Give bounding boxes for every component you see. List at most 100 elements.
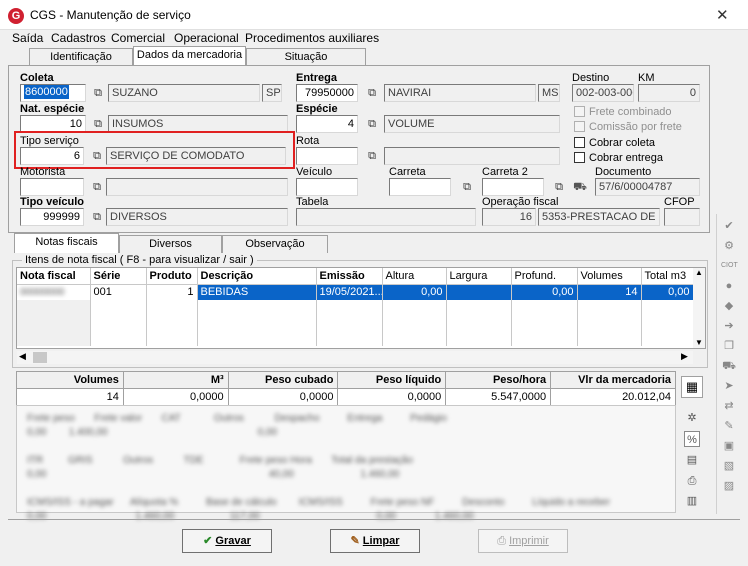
- rota-code-input[interactable]: [296, 147, 358, 165]
- forward-icon[interactable]: ➤: [721, 378, 737, 394]
- cfop-label: CFOP: [664, 196, 695, 208]
- copy-icon[interactable]: ❐: [721, 338, 737, 354]
- tab-diversos[interactable]: Diversos: [119, 235, 222, 253]
- window-title: CGS - Manutenção de serviço: [30, 8, 191, 22]
- frete-combinado-checkbox[interactable]: [574, 106, 585, 117]
- truck-toolbar-icon[interactable]: ⛟: [721, 358, 737, 374]
- cobrar-entrega-label: Cobrar entrega: [589, 152, 663, 164]
- carreta2-label: Carreta 2: [482, 166, 528, 178]
- tab-notas-fiscais[interactable]: Notas fiscais: [14, 233, 119, 253]
- cell-descricao: BEBIDAS: [197, 284, 317, 300]
- gravar-button[interactable]: ✔ Gravar: [182, 529, 272, 553]
- comissao-frete-checkbox[interactable]: [574, 121, 585, 132]
- menu-saida[interactable]: Saída: [12, 31, 43, 45]
- scroll-thumb[interactable]: [33, 352, 47, 363]
- scroll-down-icon[interactable]: ▼: [693, 338, 705, 347]
- arrow-right-icon[interactable]: ➔: [721, 318, 737, 334]
- col-emissao[interactable]: Emissão: [316, 268, 383, 285]
- col-total-m3[interactable]: Total m3: [641, 268, 694, 285]
- list-doc-icon[interactable]: ▤: [684, 452, 700, 468]
- itens-table: Nota fiscal Série Produto Descrição Emis…: [17, 268, 694, 346]
- cobrar-coleta-checkbox[interactable]: [574, 137, 585, 148]
- especie-search-icon[interactable]: [364, 116, 380, 132]
- col-altura[interactable]: Altura: [382, 268, 447, 285]
- motorista-code-input[interactable]: [20, 178, 84, 196]
- col-profund[interactable]: Profund.: [511, 268, 578, 285]
- cell-total-m3: 0,00: [641, 284, 694, 300]
- col-produto[interactable]: Produto: [146, 268, 198, 285]
- tools-icon[interactable]: ✎: [721, 418, 737, 434]
- scroll-right-icon[interactable]: ▶: [681, 351, 688, 362]
- carreta2-search-icon[interactable]: [551, 179, 567, 195]
- menu-comercial[interactable]: Comercial: [111, 31, 165, 45]
- rota-search-icon[interactable]: [364, 148, 380, 164]
- menu-procedimentos[interactable]: Procedimentos auxiliares: [245, 31, 379, 45]
- destino-field: 002-003-006: [572, 84, 634, 102]
- tipo-veiculo-code-input[interactable]: 999999: [20, 208, 84, 226]
- km-field: 0: [638, 84, 700, 102]
- cell-emissao: 19/05/2021...: [316, 284, 383, 300]
- carreta-label: Carreta: [389, 166, 426, 178]
- transfer-icon[interactable]: ⇄: [721, 398, 737, 414]
- tipo-servico-search-icon[interactable]: [89, 148, 105, 164]
- nat-especie-label: Nat. espécie: [20, 103, 85, 115]
- cell-largura: [446, 284, 512, 300]
- entrega-code-input[interactable]: 79950000: [296, 84, 358, 102]
- tab-situacao[interactable]: Situação: [246, 48, 366, 66]
- col-largura[interactable]: Largura: [446, 268, 512, 285]
- entrega-search-icon[interactable]: [364, 85, 380, 101]
- col-nota-fiscal[interactable]: Nota fiscal: [17, 268, 91, 285]
- gear-icon[interactable]: ⚙: [721, 238, 737, 254]
- tipo-veiculo-search-icon[interactable]: [89, 209, 105, 225]
- col-descricao[interactable]: Descrição: [197, 268, 317, 285]
- scroll-up-icon[interactable]: ▲: [693, 268, 705, 277]
- destino-label: Destino: [572, 72, 610, 84]
- truck-icon[interactable]: ⛟: [572, 179, 588, 195]
- menu-operacional[interactable]: Operacional: [174, 31, 239, 45]
- tipo-servico-code-input[interactable]: 6: [20, 147, 84, 165]
- coleta-search-icon[interactable]: [90, 85, 106, 101]
- horizontal-scrollbar[interactable]: [17, 351, 693, 364]
- table-row[interactable]: 00000000 001 1 BEBIDAS 19/05/2021... 0,0…: [17, 284, 694, 300]
- vertical-scrollbar[interactable]: [693, 268, 705, 348]
- especie-code-input[interactable]: 4: [296, 115, 358, 133]
- tab-identificacao[interactable]: Identificação: [29, 48, 133, 66]
- entrega-label: Entrega: [296, 72, 337, 84]
- tag-icon[interactable]: ◆: [721, 298, 737, 314]
- percent-doc-icon[interactable]: %: [684, 431, 700, 447]
- cobrar-entrega-checkbox[interactable]: [574, 152, 585, 163]
- carreta2-input[interactable]: [482, 178, 544, 196]
- tipo-veiculo-label: Tipo veículo: [20, 196, 84, 208]
- veiculo-input[interactable]: [296, 178, 358, 196]
- imprimir-button[interactable]: ⎙ Imprimir: [478, 529, 568, 553]
- tab-dados-mercadoria[interactable]: Dados da mercadoria: [133, 46, 246, 66]
- printer-icon: ⎙: [497, 535, 507, 547]
- col-volumes[interactable]: Volumes: [577, 268, 642, 285]
- nat-especie-search-icon[interactable]: [90, 116, 106, 132]
- scroll-left-icon[interactable]: ◀: [19, 351, 26, 362]
- itens-group-title: Itens de nota fiscal ( F8 - para visuali…: [22, 254, 257, 266]
- menu-cadastros[interactable]: Cadastros: [51, 31, 106, 45]
- ciot-icon[interactable]: CIOT: [721, 258, 738, 274]
- print-preview-icon[interactable]: ⎙: [684, 473, 700, 489]
- cell-volumes: 14: [577, 284, 642, 300]
- circle-icon[interactable]: ●: [721, 278, 737, 294]
- eraser-icon: ✎: [350, 535, 360, 547]
- col-serie[interactable]: Série: [90, 268, 147, 285]
- tab-observacao[interactable]: Observação: [222, 235, 328, 253]
- carreta-input[interactable]: [389, 178, 451, 196]
- cell-profund: 0,00: [511, 284, 578, 300]
- coleta-code-input[interactable]: 8600000: [20, 84, 86, 102]
- note-icon[interactable]: ▥: [684, 493, 700, 509]
- check-icon[interactable]: ✔: [721, 218, 737, 234]
- limpar-button[interactable]: ✎ Limpar: [330, 529, 420, 553]
- motorista-search-icon[interactable]: [89, 179, 105, 195]
- calculator-icon[interactable]: ▦: [681, 376, 703, 398]
- close-icon[interactable]: ✕: [716, 6, 729, 24]
- entrega-name-field: NAVIRAI: [384, 84, 536, 102]
- book-icon[interactable]: ▧: [721, 458, 737, 474]
- document-icon[interactable]: ▨: [721, 478, 737, 494]
- settings-gear-icon[interactable]: ✲: [684, 410, 700, 426]
- carreta-search-icon[interactable]: [459, 179, 475, 195]
- archive-icon[interactable]: ▣: [721, 438, 737, 454]
